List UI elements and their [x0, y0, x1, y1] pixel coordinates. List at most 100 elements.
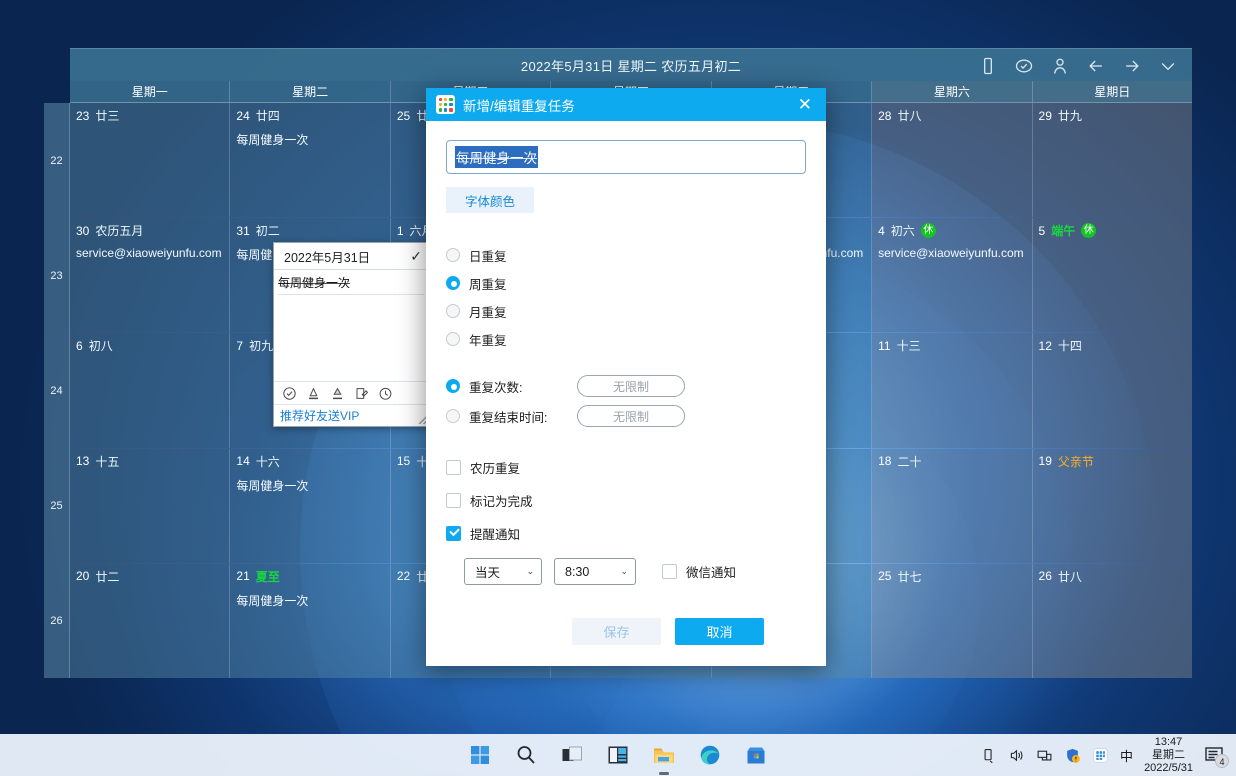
repeat-option-radio-3[interactable]	[446, 304, 460, 318]
repeat-limit-radio-2[interactable]	[446, 409, 460, 423]
calendar-day-cell[interactable]: 24廿四每周健身一次	[230, 103, 390, 217]
wechat-notify-option[interactable]: 微信通知	[662, 562, 736, 581]
week-number: 26	[44, 563, 69, 678]
calendar-day-cell[interactable]: 30农历五月 service@xiaoweiyunfu.com	[70, 218, 230, 332]
reminder-clock-icon[interactable]	[378, 386, 393, 401]
week-number: 22	[44, 103, 69, 218]
widgets-icon[interactable]	[606, 743, 630, 767]
forward-arrow-icon[interactable]	[1122, 56, 1142, 76]
reminder-time-select[interactable]: 8:30 ⌄	[554, 558, 636, 585]
volume-icon[interactable]	[1008, 747, 1025, 764]
calendar-day-cell[interactable]: 6初八	[70, 333, 230, 447]
repeat-limit-input-2[interactable]: 无限制	[577, 405, 685, 427]
repeat-option-radio-2[interactable]	[446, 276, 460, 290]
ime-indicator[interactable]: 中	[1120, 746, 1133, 765]
repeat-limit-row[interactable]: 重复结束时间:无限制	[446, 401, 806, 431]
day-header-line: 30农历五月	[76, 222, 223, 239]
app-grid-icon[interactable]	[1092, 747, 1109, 764]
calendar-day-cell[interactable]: 20 廿二	[70, 564, 230, 678]
dialog-checkbox-3[interactable]	[446, 526, 461, 541]
clock-area[interactable]: 13:47 星期二 2022/5/31	[1144, 736, 1193, 775]
repeat-option-row[interactable]: 月重复	[446, 297, 806, 325]
day-number: 20	[76, 569, 89, 583]
day-lunar-label: 廿二	[95, 568, 119, 585]
calendar-day-cell[interactable]: 29廿九	[1033, 103, 1192, 217]
repeat-option-row[interactable]: 周重复	[446, 269, 806, 297]
task-view-icon[interactable]	[560, 743, 584, 767]
repeat-option-radio-1[interactable]	[446, 248, 460, 262]
dialog-titlebar: 新增/编辑重复任务 ✕	[426, 88, 826, 121]
account-icon[interactable]	[1050, 56, 1070, 76]
repeat-option-row[interactable]: 年重复	[446, 325, 806, 353]
network-icon[interactable]	[1036, 747, 1053, 764]
dialog-content: 每周健身一次 字体颜色 日重复周重复月重复年重复 重复次数:无限制重复结束时间:…	[426, 121, 826, 608]
repeat-limit-radio-1[interactable]	[446, 379, 460, 393]
day-header-line: 24廿四	[236, 107, 383, 124]
dialog-checkbox-2[interactable]	[446, 493, 461, 508]
calendar-day-cell[interactable]: 19父亲节	[1033, 449, 1192, 563]
dialog-checkbox-row[interactable]: 标记为完成	[446, 484, 806, 517]
notification-badge: 4	[1215, 754, 1229, 768]
day-header-line: 26廿八	[1039, 568, 1186, 585]
repeat-option-radio-4[interactable]	[446, 332, 460, 346]
notification-center-icon[interactable]: 4	[1204, 745, 1226, 765]
chevron-down-icon[interactable]	[1158, 56, 1178, 76]
day-lunar-label: 廿四	[256, 107, 280, 124]
microsoft-store-icon[interactable]	[744, 743, 768, 767]
dialog-title: 新增/编辑重复任务	[463, 95, 790, 115]
wechat-notify-checkbox[interactable]	[662, 564, 677, 579]
task-name-input[interactable]: 每周健身一次	[446, 140, 806, 174]
day-event-text[interactable]: 每周健身一次	[236, 592, 383, 609]
save-button[interactable]: 保存	[572, 618, 661, 645]
sticky-note-popup[interactable]: 2022年5月31日 ✓ 每周健身一次 推荐好友送VIP	[273, 242, 431, 427]
calendar-day-cell[interactable]: 12十四	[1033, 333, 1192, 447]
note-text[interactable]: 每周健身一次	[278, 274, 424, 295]
edge-icon[interactable]	[698, 743, 722, 767]
security-shield-warning-icon[interactable]	[1064, 747, 1081, 764]
day-event-text[interactable]: 每周健身一次	[236, 131, 383, 148]
day-event-text[interactable]: service@xiaoweiyunfu.com	[76, 246, 223, 260]
calendar-day-cell[interactable]: 28廿八	[872, 103, 1032, 217]
file-explorer-icon[interactable]	[652, 743, 676, 767]
phone-icon[interactable]	[978, 56, 998, 76]
calendar-day-cell[interactable]: 25廿七	[872, 564, 1032, 678]
back-arrow-icon[interactable]	[1086, 56, 1106, 76]
cloud-sync-icon[interactable]	[1014, 56, 1034, 76]
font-color-button[interactable]: 字体颜色	[446, 187, 534, 213]
calendar-day-cell[interactable]: 26廿八	[1033, 564, 1192, 678]
dialog-checkbox-row[interactable]: 提醒通知	[446, 517, 806, 550]
fill-color-icon[interactable]	[330, 386, 345, 401]
cancel-button[interactable]: 取消	[675, 618, 764, 645]
usb-eject-icon[interactable]	[980, 747, 997, 764]
search-icon[interactable]	[514, 743, 538, 767]
calendar-day-cell[interactable]: 21夏至每周健身一次	[230, 564, 390, 678]
dialog-checkbox-row[interactable]: 农历重复	[446, 451, 806, 484]
calendar-day-cell[interactable]: 5端午休	[1033, 218, 1192, 332]
calendar-day-cell[interactable]: 14十六每周健身一次	[230, 449, 390, 563]
day-event-text[interactable]: 每周健身一次	[236, 477, 383, 494]
reminder-day-select[interactable]: 当天 ⌄	[464, 558, 542, 585]
complete-icon[interactable]	[282, 386, 297, 401]
note-complete-check-icon[interactable]: ✓	[410, 249, 422, 263]
clock-weekday: 星期二	[1144, 749, 1193, 762]
start-icon[interactable]	[468, 743, 492, 767]
note-body[interactable]: 每周健身一次	[274, 270, 430, 381]
calendar-day-cell[interactable]: 13十五	[70, 449, 230, 563]
day-lunar-label: 廿七	[897, 568, 921, 585]
text-color-icon[interactable]	[306, 386, 321, 401]
repeat-limit-input-1[interactable]: 无限制	[577, 375, 685, 397]
day-event-text[interactable]: service@xiaoweiyunfu.com	[878, 246, 1025, 260]
calendar-day-cell[interactable]: 4初六休service@xiaoweiyunfu.com	[872, 218, 1032, 332]
note-vip-link[interactable]: 推荐好友送VIP	[280, 407, 359, 424]
repeat-option-label: 年重复	[469, 330, 507, 349]
repeat-option-row[interactable]: 日重复	[446, 241, 806, 269]
calendar-day-cell[interactable]: 23廿三	[70, 103, 230, 217]
day-header-line: 29廿九	[1039, 107, 1186, 124]
calendar-day-cell[interactable]: 18二十	[872, 449, 1032, 563]
calendar-day-cell[interactable]: 11十三	[872, 333, 1032, 447]
edit-note-icon[interactable]	[354, 386, 369, 401]
repeat-limit-row[interactable]: 重复次数:无限制	[446, 371, 806, 401]
close-icon[interactable]: ✕	[790, 94, 820, 115]
dialog-checkbox-1[interactable]	[446, 460, 461, 475]
day-lunar-label: 廿八	[1058, 568, 1082, 585]
